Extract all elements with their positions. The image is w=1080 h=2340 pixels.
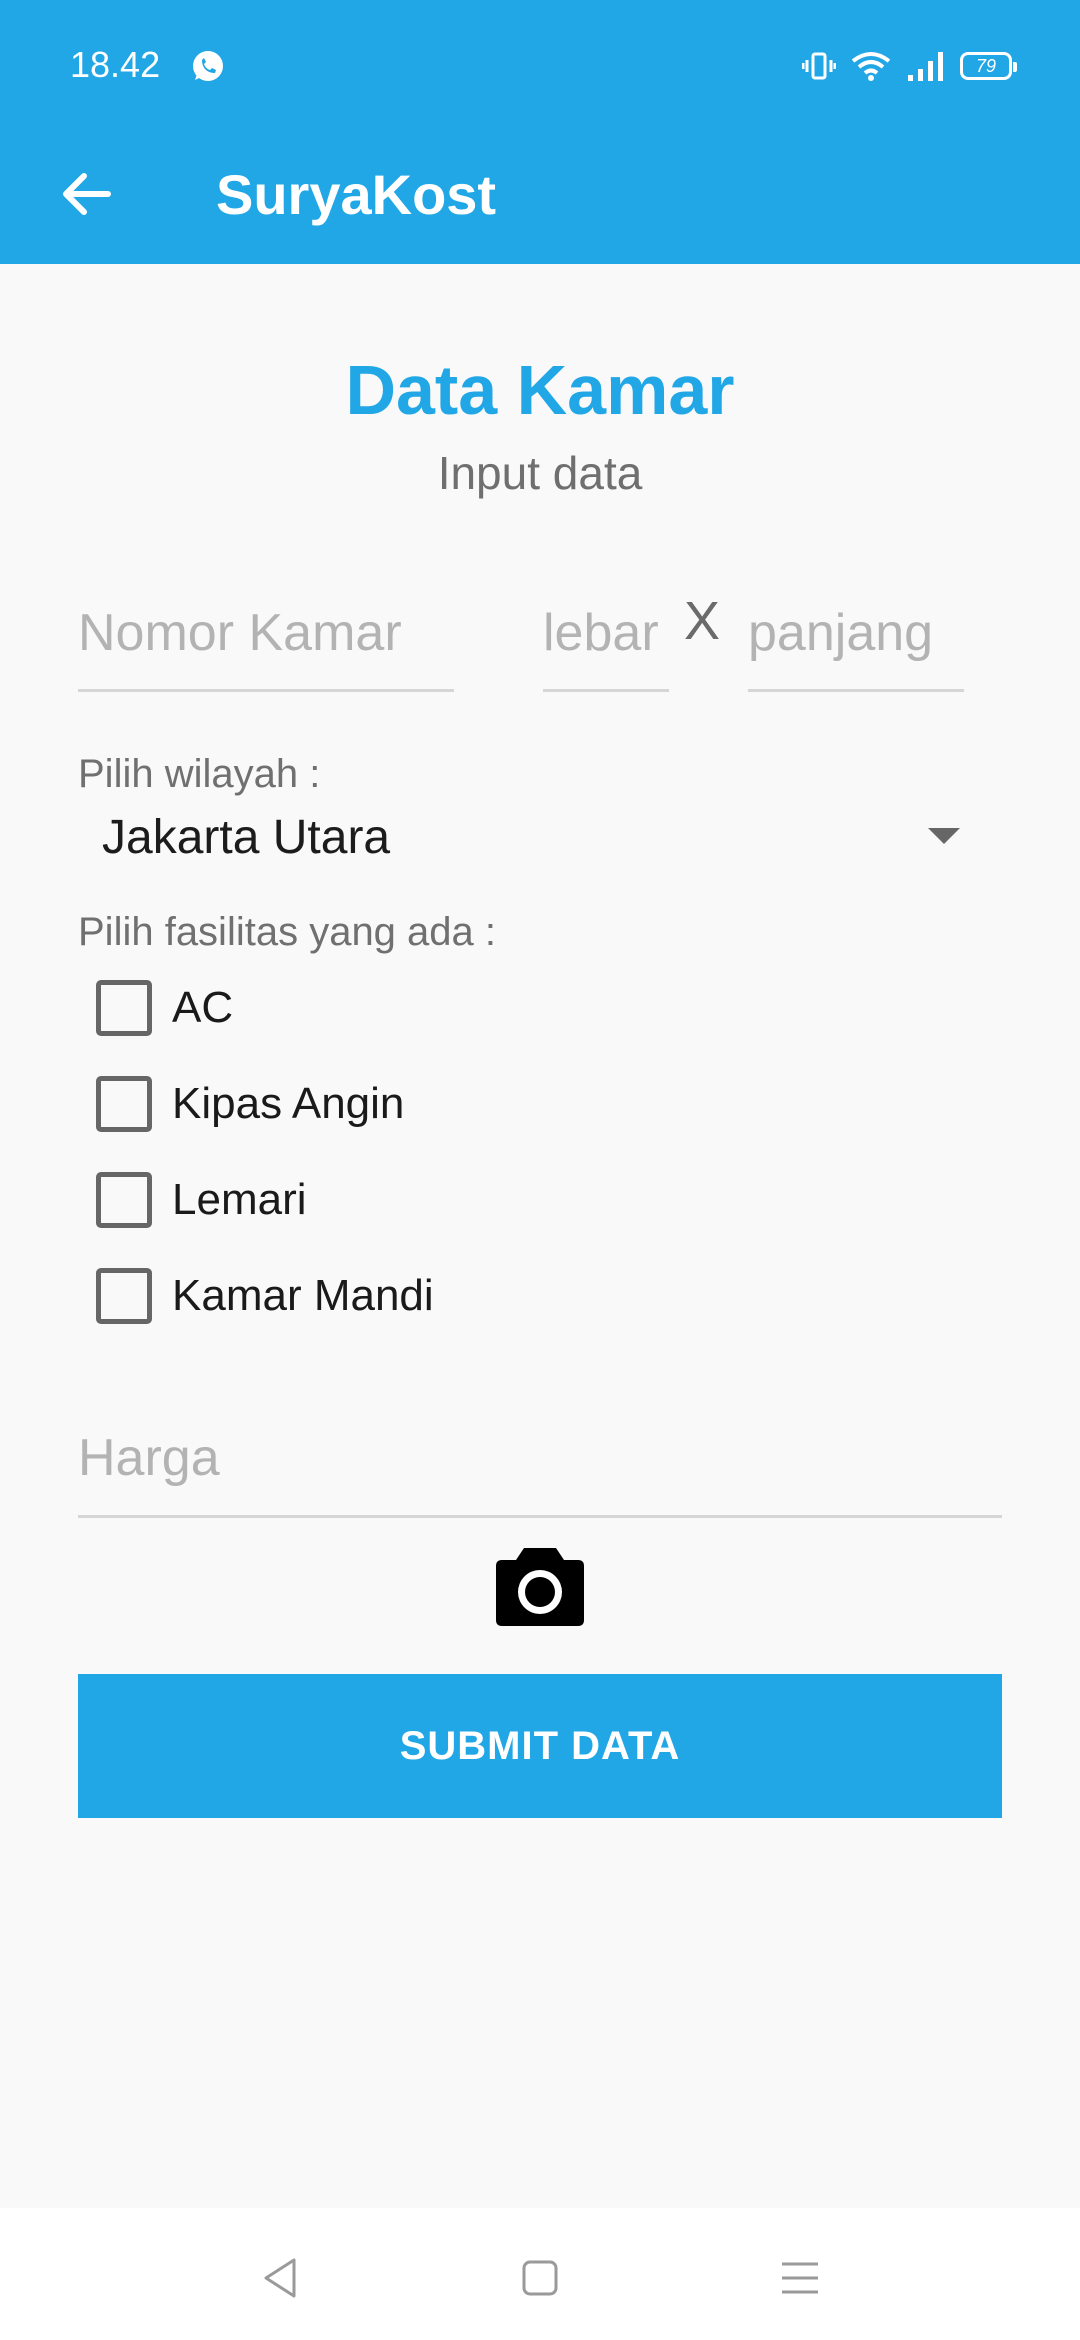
length-input[interactable] (748, 590, 964, 689)
battery-level: 79 (975, 55, 997, 76)
width-field (543, 590, 669, 692)
nav-back-button[interactable] (250, 2248, 310, 2308)
facility-checkbox-lemari[interactable]: Lemari (96, 1168, 307, 1232)
facility-label: Kamar Mandi (172, 1271, 434, 1320)
room-number-input[interactable] (78, 590, 454, 689)
signal-icon (908, 52, 943, 81)
size-separator: X (684, 591, 721, 651)
page-title: Data Kamar (345, 351, 735, 429)
price-input[interactable] (78, 1414, 1002, 1515)
menu-lines-icon (782, 2262, 818, 2294)
square-home-icon (522, 2260, 558, 2296)
triangle-back-icon (264, 2258, 296, 2298)
submit-data-button[interactable]: SUBMIT DATA (78, 1674, 1002, 1818)
checkbox-icon[interactable] (96, 1172, 152, 1228)
status-icons: 79 (802, 48, 1017, 84)
facility-label: AC (172, 983, 234, 1032)
region-label: Pilih wilayah : (78, 752, 321, 796)
vibrate-icon (802, 52, 836, 80)
status-bar: 18.42 79 (0, 0, 1080, 132)
length-field (748, 590, 964, 692)
navigation-bar (0, 2208, 1080, 2340)
facility-label: Lemari (172, 1175, 307, 1224)
region-selected-value: Jakarta Utara (102, 811, 391, 864)
dropdown-arrow-icon (928, 828, 960, 844)
wifi-icon (851, 52, 891, 81)
app-title: SuryaKost (216, 163, 497, 226)
status-time: 18.42 (70, 44, 161, 85)
region-dropdown[interactable]: Jakarta Utara (78, 796, 960, 876)
nav-home-button[interactable] (510, 2248, 570, 2308)
whatsapp-icon (193, 51, 223, 81)
battery-icon: 79 (960, 52, 1017, 80)
camera-button[interactable] (494, 1544, 586, 1628)
back-button[interactable] (44, 152, 128, 236)
page-subtitle: Input data (437, 447, 643, 499)
price-field (78, 1414, 1002, 1518)
checkbox-icon[interactable] (96, 980, 152, 1036)
app-bar: SuryaKost (0, 132, 1080, 264)
room-number-field (78, 590, 454, 692)
facilities-label: Pilih fasilitas yang ada : (78, 910, 497, 954)
camera-icon (496, 1548, 584, 1626)
facility-checkbox-kamar-mandi[interactable]: Kamar Mandi (96, 1264, 434, 1328)
width-input[interactable] (543, 590, 669, 689)
facility-checkbox-kipas-angin[interactable]: Kipas Angin (96, 1072, 404, 1136)
arrow-left-icon (63, 173, 111, 215)
facility-checkbox-ac[interactable]: AC (96, 976, 233, 1040)
facility-label: Kipas Angin (172, 1079, 405, 1128)
checkbox-icon[interactable] (96, 1076, 152, 1132)
nav-menu-button[interactable] (770, 2248, 830, 2308)
checkbox-icon[interactable] (96, 1268, 152, 1324)
